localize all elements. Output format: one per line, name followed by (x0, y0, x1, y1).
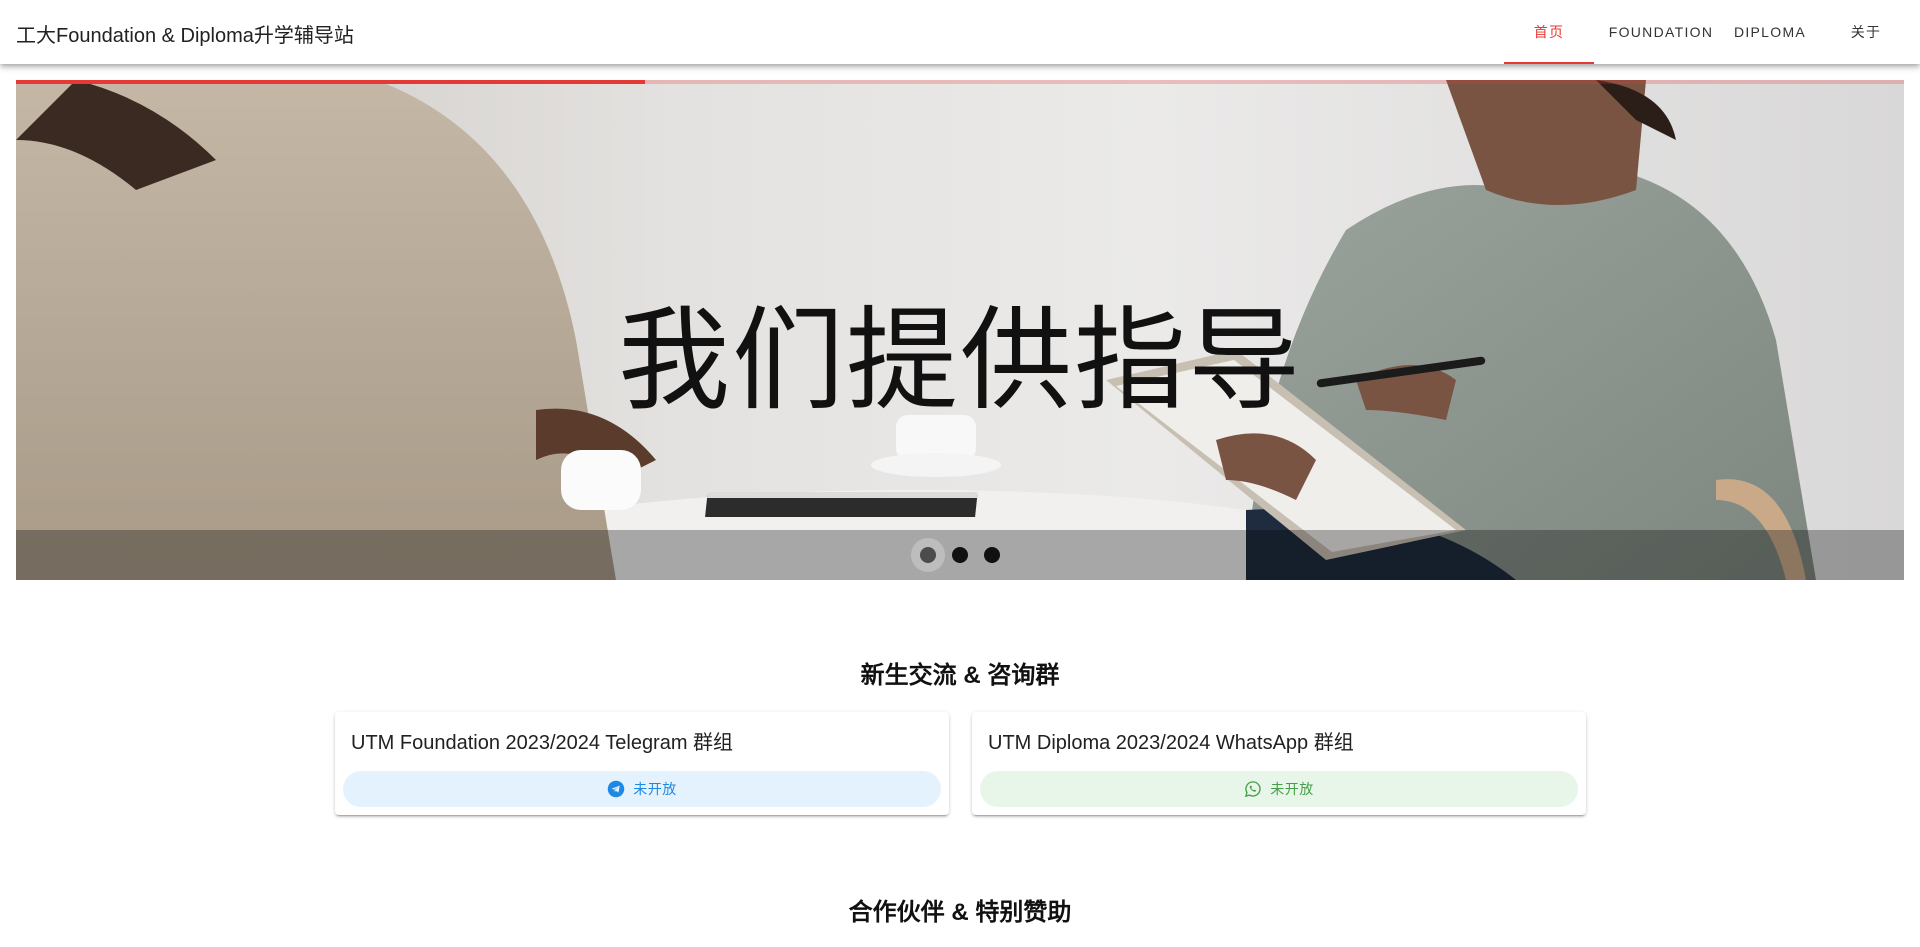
site-title[interactable]: 工大Foundation & Diploma升学辅导站 (16, 19, 354, 48)
whatsapp-join-button[interactable]: 未开放 (980, 771, 1578, 807)
carousel-dot-2[interactable] (952, 547, 968, 563)
telegram-join-button[interactable]: 未开放 (343, 771, 941, 807)
button-label: 未开放 (633, 781, 677, 797)
carousel-dot-3[interactable] (984, 547, 1000, 563)
carousel-dot-1[interactable] (911, 538, 945, 572)
app-bar: 工大Foundation & Diploma升学辅导站 首页 FOUNDATIO… (0, 0, 1920, 64)
tab-home[interactable]: 首页 (1504, 0, 1594, 64)
telegram-group-card: UTM Foundation 2023/2024 Telegram 群组 未开放 (335, 712, 949, 815)
groups-section-title: 新生交流 & 咨询群 (860, 662, 1060, 689)
carousel-controls (16, 530, 1904, 580)
tab-diploma[interactable]: DIPLOMA (1728, 0, 1812, 64)
card-title: UTM Foundation 2023/2024 Telegram 群组 (351, 732, 734, 754)
button-label: 未开放 (1270, 781, 1314, 797)
slide-progress-bar (16, 80, 1904, 84)
partners-section-title: 合作伙伴 & 特别赞助 (848, 899, 1072, 926)
hero-carousel[interactable]: 我们提供指导 (16, 80, 1904, 580)
whatsapp-group-card: UTM Diploma 2023/2024 WhatsApp 群组 未开放 (972, 712, 1586, 815)
tab-foundation[interactable]: FOUNDATION (1594, 0, 1728, 64)
hero-headline: 我们提供指导 (618, 296, 1302, 426)
telegram-icon (608, 780, 625, 798)
whatsapp-icon (1245, 781, 1261, 798)
card-title: UTM Diploma 2023/2024 WhatsApp 群组 (988, 732, 1354, 754)
tab-about[interactable]: 关于 (1812, 0, 1920, 64)
main-nav: 首页 FOUNDATION DIPLOMA 关于 (1504, 0, 1920, 64)
slide-progress-fill (16, 80, 645, 84)
